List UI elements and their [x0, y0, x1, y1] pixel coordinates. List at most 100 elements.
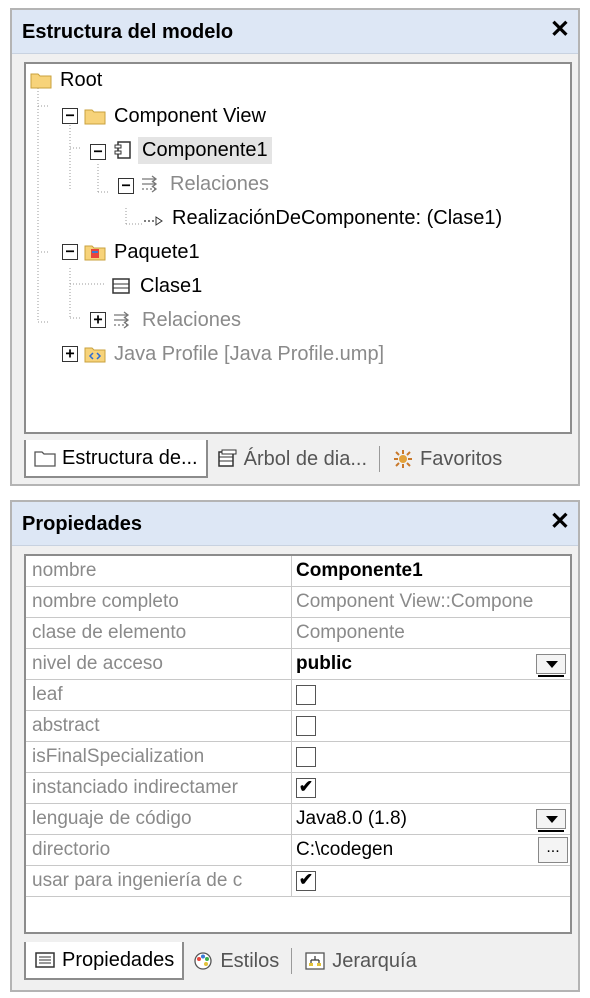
- is-final-specialization-checkbox[interactable]: [296, 747, 316, 767]
- prop-row-nombre-completo: nombre completo Component View::Compone: [26, 587, 570, 618]
- prop-value-abstract: [292, 711, 570, 741]
- prop-row-nivel-acceso: nivel de acceso public: [26, 649, 570, 680]
- class-icon: [112, 278, 130, 294]
- tree-node-label: Java Profile [Java Profile.ump]: [114, 342, 385, 365]
- tree-node-paquete1[interactable]: Paquete1: [84, 236, 204, 268]
- prop-name: nombre: [26, 556, 292, 586]
- prop-row-clase-elemento: clase de elemento Componente: [26, 618, 570, 649]
- directorio-browse-button[interactable]: ...: [538, 837, 568, 863]
- favorites-icon: [394, 450, 413, 468]
- prop-name: nombre completo: [26, 587, 292, 617]
- tree-node-label: Relaciones: [170, 172, 269, 195]
- prop-row-directorio: directorio C:\codegen ...: [26, 835, 570, 866]
- prop-row-is-final-specialization: isFinalSpecialization: [26, 742, 570, 773]
- properties-close-button[interactable]: ✕: [550, 509, 570, 535]
- relations-icon: [142, 175, 158, 193]
- tab-label: Propiedades: [62, 948, 175, 971]
- tree-node-label: Componente1: [138, 136, 272, 164]
- instanciado-indirectamente-checkbox[interactable]: ✔: [296, 778, 316, 798]
- prop-row-instanciado-indirectamente: instanciado indirectamer ✔: [26, 773, 570, 804]
- prop-name: usar para ingeniería de c: [26, 866, 292, 896]
- tab-separator: [379, 446, 381, 472]
- prop-name: instanciado indirectamer: [26, 773, 292, 803]
- styles-icon: [194, 952, 212, 970]
- tab-jerarquia[interactable]: Jerarquía: [296, 942, 425, 980]
- model-tree-close-button[interactable]: ✕: [550, 17, 570, 43]
- java-profile-expand-toggle[interactable]: +: [62, 346, 78, 362]
- prop-value-lenguaje-codigo: Java8.0 (1.8): [296, 808, 407, 829]
- prop-value-nombre-completo: Component View::Compone: [296, 591, 534, 612]
- tree-node-java-profile[interactable]: Java Profile [Java Profile.ump]: [84, 338, 388, 370]
- properties-tabbar: Propiedades Estilos Jerarquía: [24, 940, 572, 982]
- leaf-checkbox[interactable]: [296, 685, 316, 705]
- tab-label: Favoritos: [420, 447, 503, 470]
- nivel-acceso-select[interactable]: public: [292, 649, 570, 679]
- tree-node-component-view[interactable]: Component View: [84, 100, 270, 132]
- properties-tab-icon: [35, 952, 55, 968]
- lenguaje-codigo-select[interactable]: Java8.0 (1.8): [292, 804, 570, 834]
- tree-node-componente1[interactable]: Componente1: [112, 134, 272, 166]
- tree-node-label: Component View: [114, 104, 266, 127]
- tab-arbol-diagramas[interactable]: Árbol de dia...: [208, 440, 375, 478]
- tree-tab-icon: [34, 451, 56, 467]
- properties-title: Propiedades: [22, 513, 143, 535]
- tree-node-label: Root: [60, 68, 103, 91]
- relations-icon: [114, 311, 130, 329]
- prop-value-nombre[interactable]: Componente1: [292, 556, 570, 586]
- prop-value-leaf: [292, 680, 570, 710]
- directorio-field[interactable]: C:\codegen ...: [292, 835, 570, 865]
- properties-panel: Propiedades ✕ nombre Componente1 nombre …: [10, 500, 580, 992]
- nivel-acceso-dropdown-button[interactable]: [536, 654, 566, 674]
- component-icon: [114, 141, 131, 159]
- tab-separator: [291, 948, 293, 974]
- tree-node-label: Relaciones: [142, 308, 241, 331]
- paquete1-collapse-toggle[interactable]: −: [62, 244, 78, 260]
- prop-value-usar-ingenieria: ✔: [292, 866, 570, 896]
- package-icon: [84, 245, 106, 261]
- prop-row-nombre: nombre Componente1: [26, 556, 570, 587]
- folder-icon: [84, 109, 106, 125]
- properties-grid: nombre Componente1 nombre completo Compo…: [24, 554, 572, 934]
- tab-propiedades[interactable]: Propiedades: [24, 942, 185, 980]
- tree-node-relaciones-2[interactable]: Relaciones: [112, 304, 245, 336]
- tab-label: Jerarquía: [332, 949, 417, 972]
- model-tree-tabbar: Estructura de... Árbol de dia... Favorit…: [24, 438, 572, 480]
- tree-node-root[interactable]: Root: [30, 64, 106, 96]
- prop-name: lenguaje de código: [26, 804, 292, 834]
- dropdown-underline: [538, 830, 564, 832]
- model-tree-panel: Estructura del modelo ✕ − − − − + + Root…: [10, 8, 580, 486]
- profile-icon: [84, 347, 106, 363]
- prop-name: nivel de acceso: [26, 649, 292, 679]
- tab-favoritos[interactable]: Favoritos: [384, 440, 510, 478]
- prop-row-leaf: leaf: [26, 680, 570, 711]
- tab-estilos[interactable]: Estilos: [184, 942, 287, 980]
- tree-node-label: Clase1: [140, 274, 203, 297]
- prop-value-directorio: C:\codegen: [296, 839, 394, 860]
- prop-name: abstract: [26, 711, 292, 741]
- prop-name: isFinalSpecialization: [26, 742, 292, 772]
- relaciones-collapse-toggle[interactable]: −: [118, 178, 134, 194]
- tree-node-label: RealizaciónDeComponente: (Clase1): [172, 206, 503, 229]
- prop-name: leaf: [26, 680, 292, 710]
- tree-node-relaciones[interactable]: Relaciones: [140, 168, 273, 200]
- lenguaje-codigo-dropdown-button[interactable]: [536, 809, 566, 829]
- realization-arrow-icon: [144, 216, 163, 226]
- usar-ingenieria-checkbox[interactable]: ✔: [296, 871, 316, 891]
- tab-estructura[interactable]: Estructura de...: [24, 440, 208, 478]
- componente1-collapse-toggle[interactable]: −: [90, 144, 106, 160]
- component-view-collapse-toggle[interactable]: −: [62, 108, 78, 124]
- prop-value-instanciado-indirectamente: ✔: [292, 773, 570, 803]
- tab-label: Estilos: [220, 949, 280, 972]
- prop-value-is-final-specialization: [292, 742, 570, 772]
- relaciones-2-expand-toggle[interactable]: +: [90, 312, 106, 328]
- prop-row-lenguaje-codigo: lenguaje de código Java8.0 (1.8): [26, 804, 570, 835]
- tree-node-realizacion[interactable]: RealizaciónDeComponente: (Clase1): [142, 202, 506, 234]
- hierarchy-icon: [305, 952, 325, 970]
- prop-row-usar-ingenieria: usar para ingeniería de c ✔: [26, 866, 570, 897]
- prop-value-nivel-acceso: public: [296, 653, 352, 674]
- tree-node-clase1[interactable]: Clase1: [110, 270, 206, 302]
- dropdown-underline: [538, 675, 564, 677]
- abstract-checkbox[interactable]: [296, 716, 316, 736]
- tree-node-label: Paquete1: [114, 240, 200, 263]
- model-tree[interactable]: − − − − + + Root Component View Componen…: [24, 62, 572, 434]
